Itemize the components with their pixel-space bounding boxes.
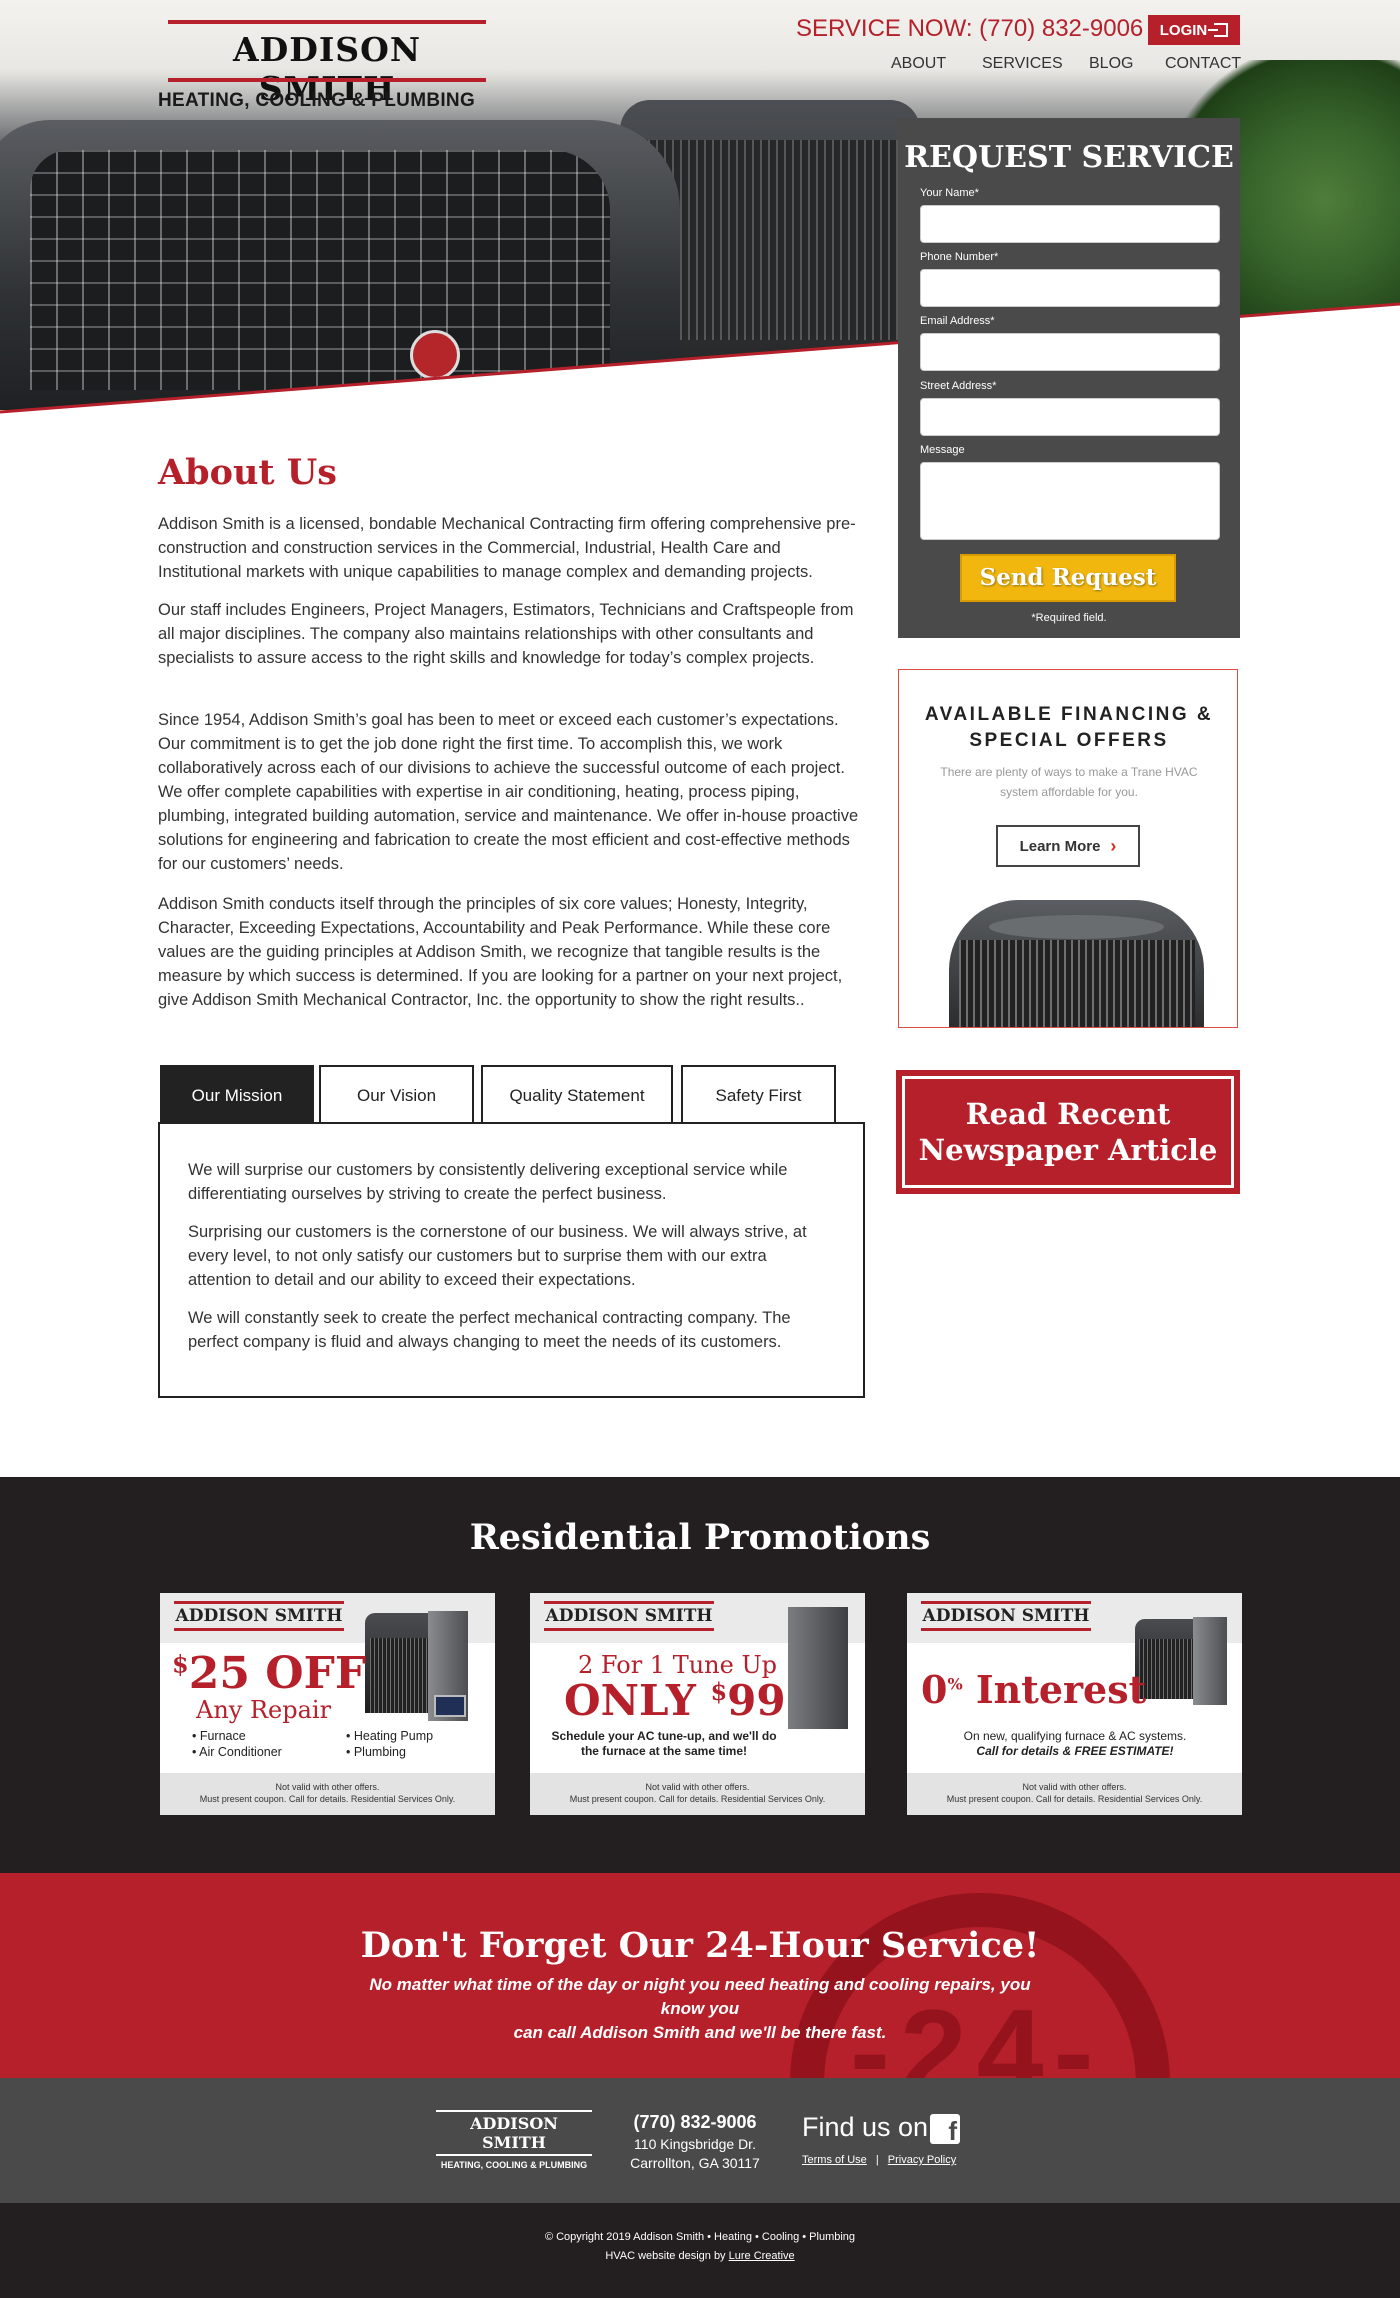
service24-subtitle: No matter what time of the day or night … <box>369 1975 1031 2042</box>
financing-title-line2: SPECIAL OFFERS <box>969 730 1169 751</box>
coupon2-title: 2 For 1 Tune Up <box>578 1651 778 1679</box>
coupon2-description: Schedule your AC tune-up, and we'll do t… <box>551 1729 777 1758</box>
request-service-form: REQUEST SERVICE Your Name* Phone Number*… <box>898 118 1240 638</box>
newspaper-article-button[interactable]: Read Recent Newspaper Article <box>896 1070 1240 1194</box>
mission-paragraph-2: Surprising our customers is the cornerst… <box>188 1223 807 1289</box>
footer-address-line2: Carrollton, GA 30117 <box>630 2155 760 2171</box>
ac-unit-grill <box>959 940 1195 1027</box>
coupon-footer: Not valid with other offers. Must presen… <box>160 1773 495 1815</box>
nav-services[interactable]: SERVICES <box>982 55 1063 73</box>
coupon-logo: ADDISON SMITH <box>544 1601 714 1631</box>
email-label: Email Address* <box>920 315 995 327</box>
furnace-image <box>788 1607 848 1729</box>
about-paragraph-4: Addison Smith conducts itself through th… <box>158 895 843 1009</box>
coupon2-price: ONLY $99 <box>564 1676 786 1725</box>
privacy-policy-link[interactable]: Privacy Policy <box>888 2154 956 2166</box>
ac-unit-grill <box>1139 1639 1201 1699</box>
tab-panel-our-mission: We will surprise our customers by consis… <box>158 1122 865 1398</box>
copyright-text: © Copyright 2019 Addison Smith • Heating… <box>544 2231 856 2243</box>
site-logo[interactable]: ADDISON SMITH HEATING, COOLING & PLUMBIN… <box>158 20 498 111</box>
coupon1-item-furnace: • Furnace <box>192 1729 246 1743</box>
footer-phone[interactable]: (770) 832-9006 <box>600 2112 790 2133</box>
nav-blog[interactable]: BLOG <box>1089 55 1133 73</box>
email-input[interactable] <box>920 333 1220 371</box>
coupon1-amount: $25 OFF <box>172 1648 367 1699</box>
coupon-logo: ADDISON SMITH <box>174 1601 344 1631</box>
footer-logo[interactable]: ADDISON SMITH HEATING, COOLING & PLUMBIN… <box>436 2110 592 2170</box>
design-credit: HVAC website design by Lure Creative <box>605 2250 795 2262</box>
nav-contact[interactable]: CONTACT <box>1165 55 1241 73</box>
residential-promotions: Residential Promotions ADDISON SMITH $25… <box>0 1477 1400 1873</box>
newspaper-article-label: Read Recent Newspaper Article <box>902 1076 1234 1188</box>
logo-bar-top <box>168 20 486 24</box>
coupon-tune-up[interactable]: ADDISON SMITH 2 For 1 Tune Up ONLY $99 S… <box>530 1593 865 1815</box>
about-paragraph-1: Addison Smith is a licensed, bondable Me… <box>158 515 856 581</box>
phone-input[interactable] <box>920 269 1220 307</box>
form-title: REQUEST SERVICE <box>904 140 1234 175</box>
terms-of-use-link[interactable]: Terms of Use <box>802 2154 867 2166</box>
financing-title: AVAILABLE FINANCING & SPECIAL OFFERS <box>899 702 1237 754</box>
message-textarea[interactable] <box>920 462 1220 540</box>
tab-our-vision[interactable]: Our Vision <box>319 1065 474 1124</box>
coupon1-subtitle: Any Repair <box>196 1696 332 1724</box>
learn-more-label: Learn More <box>1019 837 1101 855</box>
thermostat-image <box>434 1695 466 1717</box>
login-icon <box>1208 23 1229 37</box>
furnace-image <box>1193 1617 1227 1705</box>
coupon3-title: 0% Interest <box>921 1667 1147 1712</box>
footer-links: Terms of Use | Privacy Policy <box>802 2154 956 2166</box>
logo-tagline: HEATING, COOLING & PLUMBING <box>158 90 476 111</box>
coupon1-item-ac: • Air Conditioner <box>192 1745 282 1759</box>
learn-more-button[interactable]: Learn More › <box>996 825 1140 867</box>
promotions-title: Residential Promotions <box>469 1517 931 1558</box>
coupon1-item-heat-pump: • Heating Pump <box>346 1729 434 1743</box>
find-us-on-text: Find us on <box>802 2112 929 2142</box>
street-label: Street Address* <box>920 380 997 392</box>
coupon-logo: ADDISON SMITH <box>921 1601 1091 1631</box>
financing-box: AVAILABLE FINANCING & SPECIAL OFFERS The… <box>898 669 1238 1028</box>
financing-title-line1: AVAILABLE FINANCING & <box>924 704 1214 725</box>
message-label: Message <box>920 444 965 456</box>
tab-safety-first[interactable]: Safety First <box>681 1065 836 1124</box>
twenty-four-hour-service: -24- Don't Forget Our 24-Hour Service! N… <box>0 1873 1400 2078</box>
your-name-label: Your Name* <box>920 187 979 199</box>
copyright-bar: © Copyright 2019 Addison Smith • Heating… <box>0 2203 1400 2298</box>
lure-creative-link[interactable]: Lure Creative <box>729 2250 795 2262</box>
newspaper-line1: Read Recent <box>965 1097 1171 1131</box>
service24-title: Don't Forget Our 24-Hour Service! <box>360 1925 1040 1966</box>
footer-address-line1: 110 Kingsbridge Dr. <box>634 2136 756 2152</box>
logo-bar-bottom <box>168 78 486 82</box>
about-paragraph-2: Our staff includes Engineers, Project Ma… <box>158 601 854 667</box>
heat-pump-grill <box>370 1638 435 1713</box>
mission-paragraph-3: We will constantly seek to create the pe… <box>188 1309 791 1351</box>
send-request-button[interactable]: Send Request <box>960 554 1176 602</box>
required-note: *Required field. <box>1031 612 1107 624</box>
coupon-footer: Not valid with other offers. Must presen… <box>530 1773 865 1815</box>
nav-about[interactable]: ABOUT <box>891 55 946 73</box>
coupon-zero-interest[interactable]: ADDISON SMITH 0% Interest On new, qualif… <box>907 1593 1242 1815</box>
login-label: LOGIN <box>1159 21 1208 39</box>
financing-text: There are plenty of ways to make a Trane… <box>940 765 1198 799</box>
tab-quality-statement[interactable]: Quality Statement <box>481 1065 673 1124</box>
your-name-input[interactable] <box>920 205 1220 243</box>
coupon-25-off[interactable]: ADDISON SMITH $25 OFF Any Repair • Furna… <box>160 1593 495 1815</box>
chevron-right-icon: › <box>1110 835 1117 856</box>
ac-unit-top <box>989 915 1164 939</box>
newspaper-line2: Newspaper Article <box>918 1133 1218 1167</box>
mission-paragraph-1: We will surprise our customers by consis… <box>188 1161 788 1203</box>
link-separator: | <box>875 2154 879 2166</box>
about-title: About Us <box>158 452 337 493</box>
phone-label: Phone Number* <box>920 251 999 263</box>
tab-our-mission[interactable]: Our Mission <box>160 1065 314 1124</box>
service-now-phone[interactable]: SERVICE NOW: (770) 832-9006 <box>796 15 1143 43</box>
street-input[interactable] <box>920 398 1220 436</box>
login-button[interactable]: LOGIN <box>1148 15 1240 45</box>
site-footer: ADDISON SMITH HEATING, COOLING & PLUMBIN… <box>0 2078 1400 2203</box>
coupon3-description: On new, qualifying furnace & AC systems.… <box>963 1729 1187 1758</box>
about-paragraph-3: Since 1954, Addison Smith’s goal has bee… <box>158 711 859 873</box>
facebook-icon[interactable]: f <box>930 2114 960 2144</box>
coupon-footer: Not valid with other offers. Must presen… <box>907 1773 1242 1815</box>
coupon1-item-plumbing: • Plumbing <box>346 1745 406 1759</box>
